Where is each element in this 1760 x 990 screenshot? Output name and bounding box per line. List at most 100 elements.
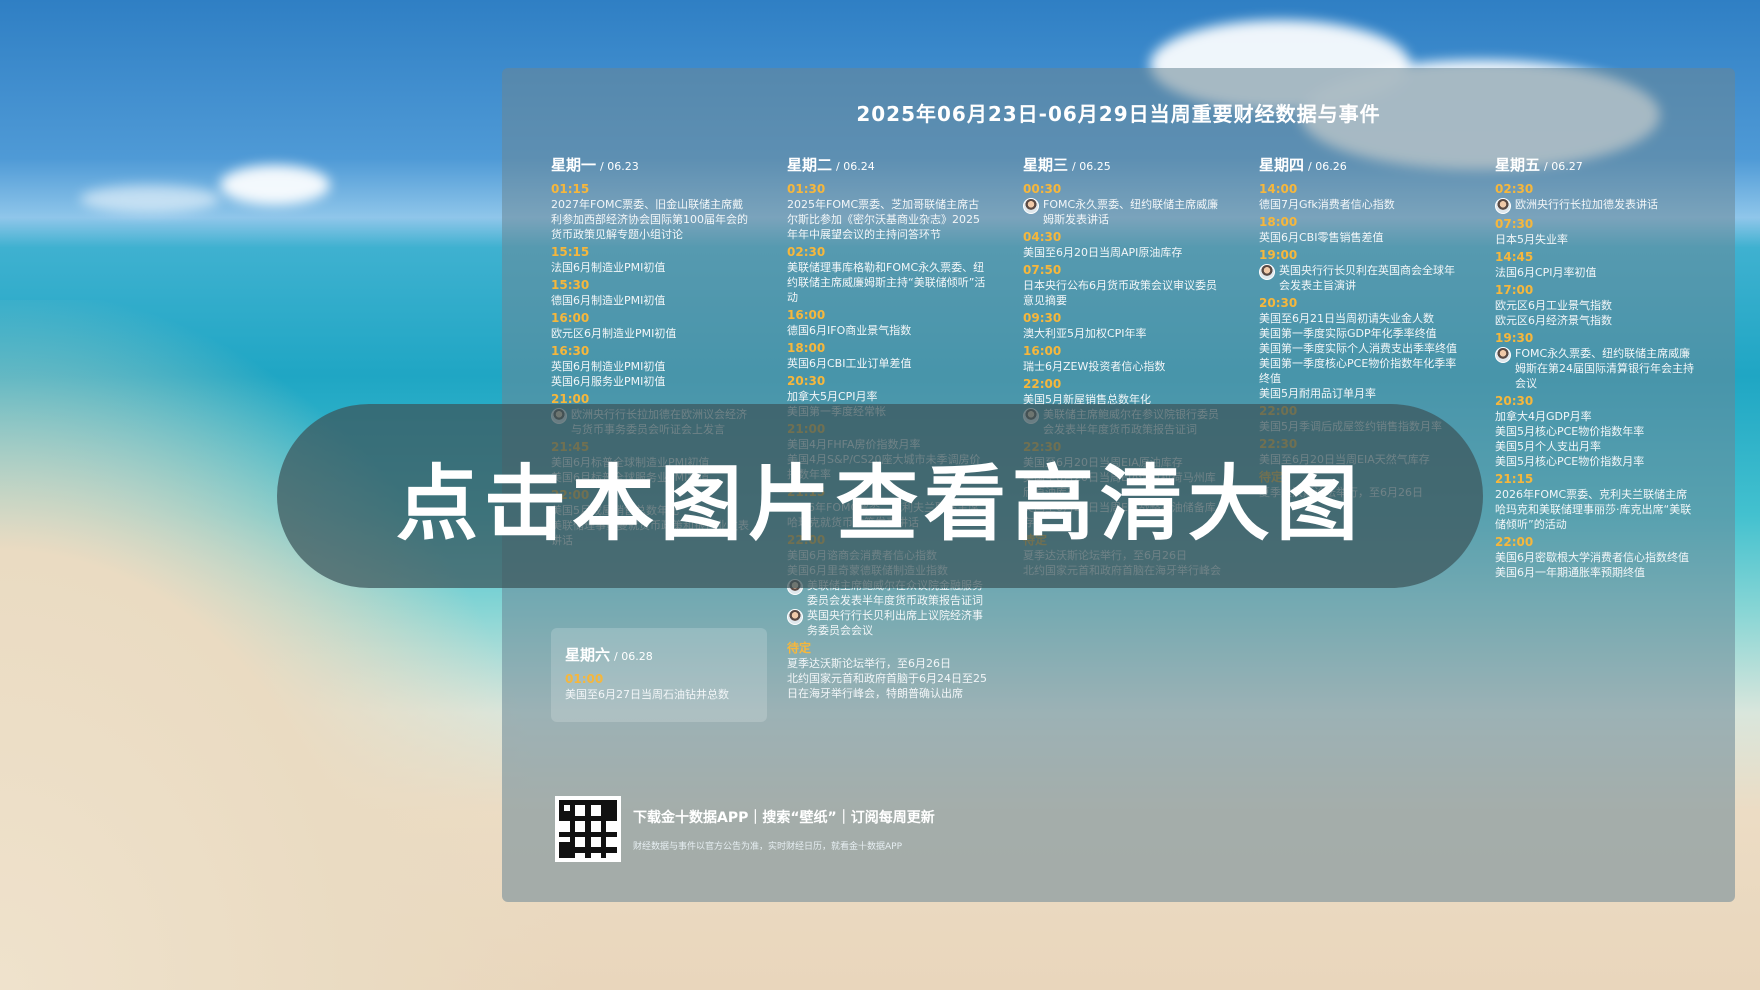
footer-main-text: 下载金十数据APP｜搜索“壁纸”｜订阅每周更新 bbox=[633, 809, 935, 826]
event-time: 16:30 bbox=[551, 344, 590, 358]
calendar-title: 2025年06月23日-06月29日当周重要财经数据与事件 bbox=[856, 102, 1381, 126]
event-text: FOMC永久票委、纽约联储主席威廉姆斯在第24届国际清算银行年会主持会议 bbox=[1515, 347, 1694, 390]
day-date: / 06.28 bbox=[614, 650, 653, 663]
event-text: 美国5月个人支出月率 bbox=[1495, 440, 1601, 453]
event-text: 日本5月失业率 bbox=[1495, 233, 1568, 246]
day-name: 星期五 bbox=[1495, 156, 1541, 174]
speaker-avatar-icon bbox=[1023, 198, 1039, 214]
event-time: 22:00 bbox=[1495, 535, 1534, 549]
event-time: 00:30 bbox=[1023, 182, 1062, 196]
day-date: / 06.26 bbox=[1308, 160, 1347, 173]
event-text: 法国6月CPI月率初值 bbox=[1495, 266, 1597, 279]
event-item: FOMC永久票委、纽约联储主席威廉姆斯在第24届国际清算银行年会主持会议 bbox=[1495, 346, 1695, 391]
event-text: 英国央行行长贝利出席上议院经济事务委员会会议 bbox=[807, 609, 983, 637]
event-text: 欧元区6月制造业PMI初值 bbox=[551, 327, 677, 340]
event-item: 日本5月失业率 bbox=[1495, 232, 1695, 247]
event-time: 01:15 bbox=[551, 182, 590, 196]
day-date: / 06.24 bbox=[836, 160, 875, 173]
event-item: 德国6月制造业PMI初值 bbox=[551, 293, 751, 308]
event-item: 德国6月IFO商业景气指数 bbox=[787, 323, 987, 338]
event-item: 英国央行行长贝利在英国商会全球年会发表主旨演讲 bbox=[1259, 263, 1459, 293]
event-text: 法国6月制造业PMI初值 bbox=[551, 261, 666, 274]
event-item: 美国第一季度实际GDP年化季率终值 bbox=[1259, 326, 1459, 341]
event-item: 2026年FOMC票委、克利夫兰联储主席哈玛克和美联储理事丽莎·库克出席“美联储… bbox=[1495, 487, 1695, 532]
event-time: 16:00 bbox=[787, 308, 826, 322]
speaker-avatar-icon bbox=[1495, 347, 1511, 363]
event-item: 欧元区6月经济景气指数 bbox=[1495, 313, 1695, 328]
event-text: 美国至6月21日当周初请失业金人数 bbox=[1259, 312, 1434, 325]
event-text: 德国6月IFO商业景气指数 bbox=[787, 324, 912, 337]
event-text: 英国6月CBI零售销售差值 bbox=[1259, 231, 1384, 244]
day-date: / 06.25 bbox=[1072, 160, 1111, 173]
event-item: 法国6月制造业PMI初值 bbox=[551, 260, 751, 275]
view-hd-image-banner[interactable]: 点击本图片查看高清大图 bbox=[277, 404, 1483, 588]
event-text: 加拿大5月CPI月率 bbox=[787, 390, 878, 403]
event-time: 04:30 bbox=[1023, 230, 1062, 244]
event-time: 19:00 bbox=[1259, 248, 1298, 262]
event-time: 02:30 bbox=[787, 245, 826, 259]
event-item: 欧洲央行行长拉加德发表讲话 bbox=[1495, 197, 1695, 214]
day-date: / 06.23 bbox=[600, 160, 639, 173]
day-column: 星期五/ 06.27 02:30 欧洲央行行长拉加德发表讲话 07:30 日本5月失业率… bbox=[1495, 154, 1695, 580]
speaker-avatar-icon bbox=[787, 609, 803, 625]
event-item: 美国6月密歇根大学消费者信心指数终值 bbox=[1495, 550, 1695, 565]
event-time: 15:30 bbox=[551, 278, 590, 292]
event-text: 美国5月核心PCE物价指数年率 bbox=[1495, 425, 1645, 438]
event-item: 英国央行行长贝利出席上议院经济事务委员会会议 bbox=[787, 608, 987, 638]
event-text: 欧洲央行行长拉加德发表讲话 bbox=[1515, 198, 1658, 211]
event-text: 夏季达沃斯论坛举行，至6月26日 bbox=[787, 657, 951, 670]
event-time: 14:00 bbox=[1259, 182, 1298, 196]
qr-code-icon[interactable] bbox=[555, 796, 621, 862]
event-item: 美联储理事库格勒和FOMC永久票委、纽约联储主席威廉姆斯主持“美联储倾听”活动 bbox=[787, 260, 987, 305]
event-item: 夏季达沃斯论坛举行，至6月26日 bbox=[787, 656, 987, 671]
event-item: 加拿大4月GDP月率 bbox=[1495, 409, 1695, 424]
event-item: 北约国家元首和政府首脑于6月24日至25日在海牙举行峰会，特朗普确认出席 bbox=[787, 671, 987, 701]
event-time: 14:45 bbox=[1495, 250, 1534, 264]
event-item: 美国5月耐用品订单月率 bbox=[1259, 386, 1459, 401]
event-time: 15:15 bbox=[551, 245, 590, 259]
event-item: 2025年FOMC票委、芝加哥联储主席古尔斯比参加《密尔沃基商业杂志》2025年… bbox=[787, 197, 987, 242]
event-text: 美国第一季度实际GDP年化季率终值 bbox=[1259, 327, 1437, 340]
event-text: 美国6月一年期通胀率预期终值 bbox=[1495, 566, 1645, 579]
event-time: 16:00 bbox=[551, 311, 590, 325]
event-item: 英国6月CBI零售销售差值 bbox=[1259, 230, 1459, 245]
event-item: 加拿大5月CPI月率 bbox=[787, 389, 987, 404]
event-item: 瑞士6月ZEW投资者信心指数 bbox=[1023, 359, 1223, 374]
event-text: 英国6月服务业PMI初值 bbox=[551, 375, 666, 388]
speaker-avatar-icon bbox=[1495, 198, 1511, 214]
event-item: 美国第一季度核心PCE物价指数年化季率终值 bbox=[1259, 356, 1459, 386]
event-text: 美国5月核心PCE物价指数月率 bbox=[1495, 455, 1645, 468]
event-time: 07:30 bbox=[1495, 217, 1534, 231]
event-text: 美国第一季度核心PCE物价指数年化季率终值 bbox=[1259, 357, 1457, 385]
day-name: 星期二 bbox=[787, 156, 833, 174]
event-text: 美联储理事库格勒和FOMC永久票委、纽约联储主席威廉姆斯主持“美联储倾听”活动 bbox=[787, 261, 986, 304]
event-text: 美国6月密歇根大学消费者信心指数终值 bbox=[1495, 551, 1689, 564]
event-text: 欧元区6月经济景气指数 bbox=[1495, 314, 1612, 327]
footer: 下载金十数据APP｜搜索“壁纸”｜订阅每周更新 财经数据与事件以官方公告为准，实… bbox=[555, 796, 935, 862]
event-item: 日本央行公布6月货币政策会议审议委员意见摘要 bbox=[1023, 278, 1223, 308]
event-item: 美国6月一年期通胀率预期终值 bbox=[1495, 565, 1695, 580]
event-item: 美国5月核心PCE物价指数月率 bbox=[1495, 454, 1695, 469]
event-item: 美国5月核心PCE物价指数年率 bbox=[1495, 424, 1695, 439]
event-text: 英国6月制造业PMI初值 bbox=[551, 360, 666, 373]
day-name: 星期六 bbox=[565, 646, 611, 664]
event-item: FOMC永久票委、纽约联储主席威廉姆斯发表讲话 bbox=[1023, 197, 1223, 227]
event-text: 德国6月制造业PMI初值 bbox=[551, 294, 666, 307]
event-item: 美国第一季度实际个人消费支出季率终值 bbox=[1259, 341, 1459, 356]
event-item: 法国6月CPI月率初值 bbox=[1495, 265, 1695, 280]
event-item: 英国6月服务业PMI初值 bbox=[551, 374, 751, 389]
day-name: 星期一 bbox=[551, 156, 597, 174]
event-time: 02:30 bbox=[1495, 182, 1534, 196]
event-text: 英国6月CBI工业订单差值 bbox=[787, 357, 912, 370]
event-time: 18:00 bbox=[1259, 215, 1298, 229]
event-text: 北约国家元首和政府首脑于6月24日至25日在海牙举行峰会，特朗普确认出席 bbox=[787, 672, 987, 700]
event-item: 英国6月CBI工业订单差值 bbox=[787, 356, 987, 371]
event-text: FOMC永久票委、纽约联储主席威廉姆斯发表讲话 bbox=[1043, 198, 1219, 226]
event-time: 22:00 bbox=[1023, 377, 1062, 391]
event-text: 2027年FOMC票委、旧金山联储主席戴利参加西部经济协会国际第100届年会的货… bbox=[551, 198, 748, 241]
event-item: 英国6月制造业PMI初值 bbox=[551, 359, 751, 374]
event-item: 欧元区6月制造业PMI初值 bbox=[551, 326, 751, 341]
event-item: 德国7月Gfk消费者信心指数 bbox=[1259, 197, 1459, 212]
event-item: 美国至6月20日当周API原油库存 bbox=[1023, 245, 1223, 260]
event-text: 加拿大4月GDP月率 bbox=[1495, 410, 1592, 423]
